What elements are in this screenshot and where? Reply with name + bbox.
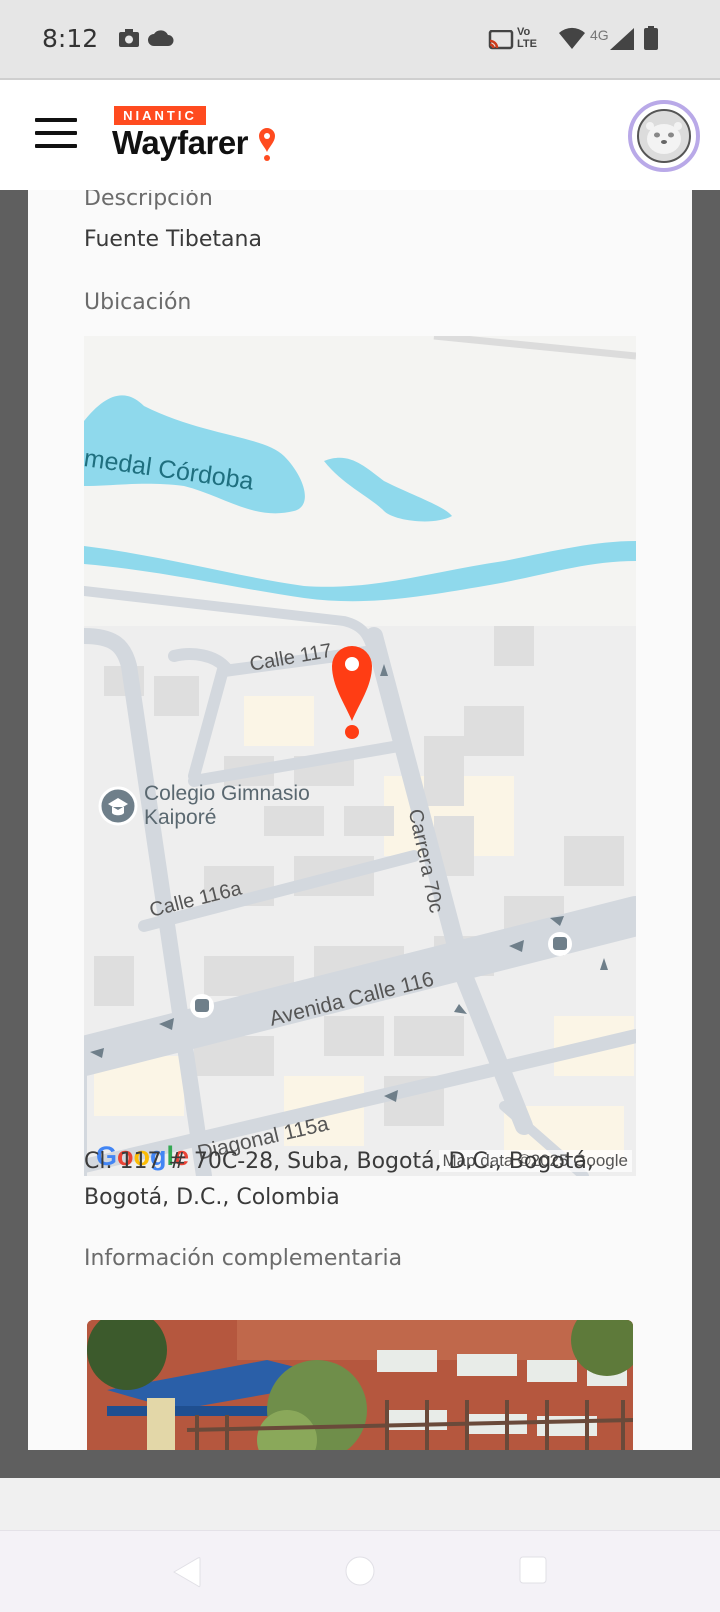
description-label: Descripción <box>84 190 213 211</box>
battery-icon <box>644 26 658 50</box>
menu-button[interactable] <box>30 114 77 154</box>
avatar[interactable] <box>628 100 700 172</box>
location-pin-icon <box>259 128 275 161</box>
niantic-badge: NIANTIC <box>114 106 206 125</box>
cast-icon <box>488 30 514 50</box>
wayfarer-logo[interactable]: NIANTIC Wayfarer <box>112 106 287 166</box>
address-line-1: Cl. 117 # 70C-28, Suba, Bogotá, D.C., Bo… <box>84 1149 594 1174</box>
recents-icon[interactable] <box>518 1555 548 1585</box>
map-label-poi-line2: Kaiporé <box>144 806 217 829</box>
cloud-icon <box>148 30 174 46</box>
description-value: Fuente Tibetana <box>84 227 262 252</box>
map-label-poi: Colegio Gimnasio <box>144 782 310 805</box>
camera-icon <box>119 29 139 47</box>
wifi-icon <box>559 27 585 49</box>
address-line-2: Bogotá, D.C., Colombia <box>84 1185 340 1210</box>
photo-image <box>87 1320 633 1450</box>
status-time: 8:12 <box>42 24 99 53</box>
location-map[interactable]: medal Córdoba Calle 117 Colegio Gimnasio… <box>84 336 636 1176</box>
status-bar: 8:12 Vo LTE 4G <box>0 0 720 80</box>
network-type: 4G <box>590 27 609 43</box>
avatar-image <box>637 109 691 163</box>
supplementary-photo[interactable] <box>87 1320 633 1450</box>
supplementary-info-label: Información complementaria <box>84 1246 403 1271</box>
signal-icon <box>610 28 634 50</box>
volte-indicator: Vo LTE <box>517 26 537 50</box>
submission-detail-card: Descripción Fuente Tibetana Ubicación me… <box>28 190 692 1450</box>
system-navigation-bar <box>0 1530 720 1612</box>
sloth-avatar-icon <box>646 122 682 154</box>
location-label: Ubicación <box>84 290 192 315</box>
home-icon[interactable] <box>344 1555 376 1587</box>
back-icon[interactable] <box>172 1555 202 1589</box>
page-bottom-strip <box>0 1478 720 1530</box>
app-header: NIANTIC Wayfarer <box>0 80 720 190</box>
wayfarer-wordmark: Wayfarer <box>112 124 249 161</box>
